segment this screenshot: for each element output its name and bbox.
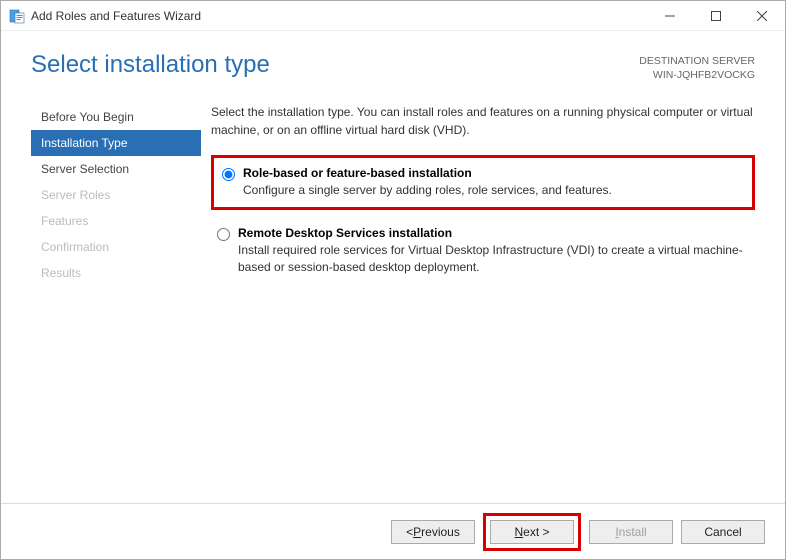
nav-installation-type[interactable]: Installation Type: [31, 130, 201, 156]
maximize-icon: [711, 11, 721, 21]
wizard-nav: Before You Begin Installation Type Serve…: [31, 104, 201, 472]
option-remote-desktop-title: Remote Desktop Services installation: [238, 226, 749, 240]
option-remote-desktop[interactable]: Remote Desktop Services installation Ins…: [211, 220, 755, 282]
destination-server-block: DESTINATION SERVER WIN-JQHFB2VOCKG: [639, 51, 755, 82]
app-icon: [9, 8, 25, 24]
maximize-button[interactable]: [693, 1, 739, 30]
titlebar: Add Roles and Features Wizard: [1, 1, 785, 31]
option-role-based-title: Role-based or feature-based installation: [243, 166, 744, 180]
nav-server-selection[interactable]: Server Selection: [31, 156, 201, 182]
destination-server-name: WIN-JQHFB2VOCKG: [639, 69, 755, 83]
nav-results: Results: [31, 260, 201, 286]
cancel-button[interactable]: Cancel: [681, 520, 765, 544]
window-buttons: [647, 1, 785, 30]
option-remote-desktop-text: Remote Desktop Services installation Ins…: [238, 226, 749, 276]
option-remote-desktop-desc: Install required role services for Virtu…: [238, 242, 749, 276]
option-role-based-desc: Configure a single server by adding role…: [243, 182, 744, 199]
radio-role-based[interactable]: [222, 168, 235, 181]
nav-before-you-begin[interactable]: Before You Begin: [31, 104, 201, 130]
install-button: Install: [589, 520, 673, 544]
wizard-body: Before You Begin Installation Type Serve…: [1, 92, 785, 472]
minimize-button[interactable]: [647, 1, 693, 30]
wizard-content: Select the installation type. You can in…: [201, 104, 755, 472]
highlight-next: Next >: [483, 513, 581, 551]
minimize-icon: [665, 11, 675, 21]
nav-confirmation: Confirmation: [31, 234, 201, 260]
radio-remote-desktop[interactable]: [217, 228, 230, 241]
destination-label: DESTINATION SERVER: [639, 55, 755, 69]
previous-button[interactable]: < Previous: [391, 520, 475, 544]
nav-server-roles: Server Roles: [31, 182, 201, 208]
nav-features: Features: [31, 208, 201, 234]
close-button[interactable]: [739, 1, 785, 30]
page-title: Select installation type: [31, 51, 639, 79]
intro-text: Select the installation type. You can in…: [211, 104, 755, 139]
wizard-footer: < Previous Next > Install Cancel: [1, 503, 785, 559]
next-button[interactable]: Next >: [490, 520, 574, 544]
option-role-based-text: Role-based or feature-based installation…: [243, 166, 744, 199]
header: Select installation type DESTINATION SER…: [1, 31, 785, 92]
close-icon: [757, 11, 767, 21]
window-title: Add Roles and Features Wizard: [31, 9, 647, 23]
highlight-role-based: Role-based or feature-based installation…: [211, 155, 755, 210]
option-role-based[interactable]: Role-based or feature-based installation…: [216, 160, 750, 205]
